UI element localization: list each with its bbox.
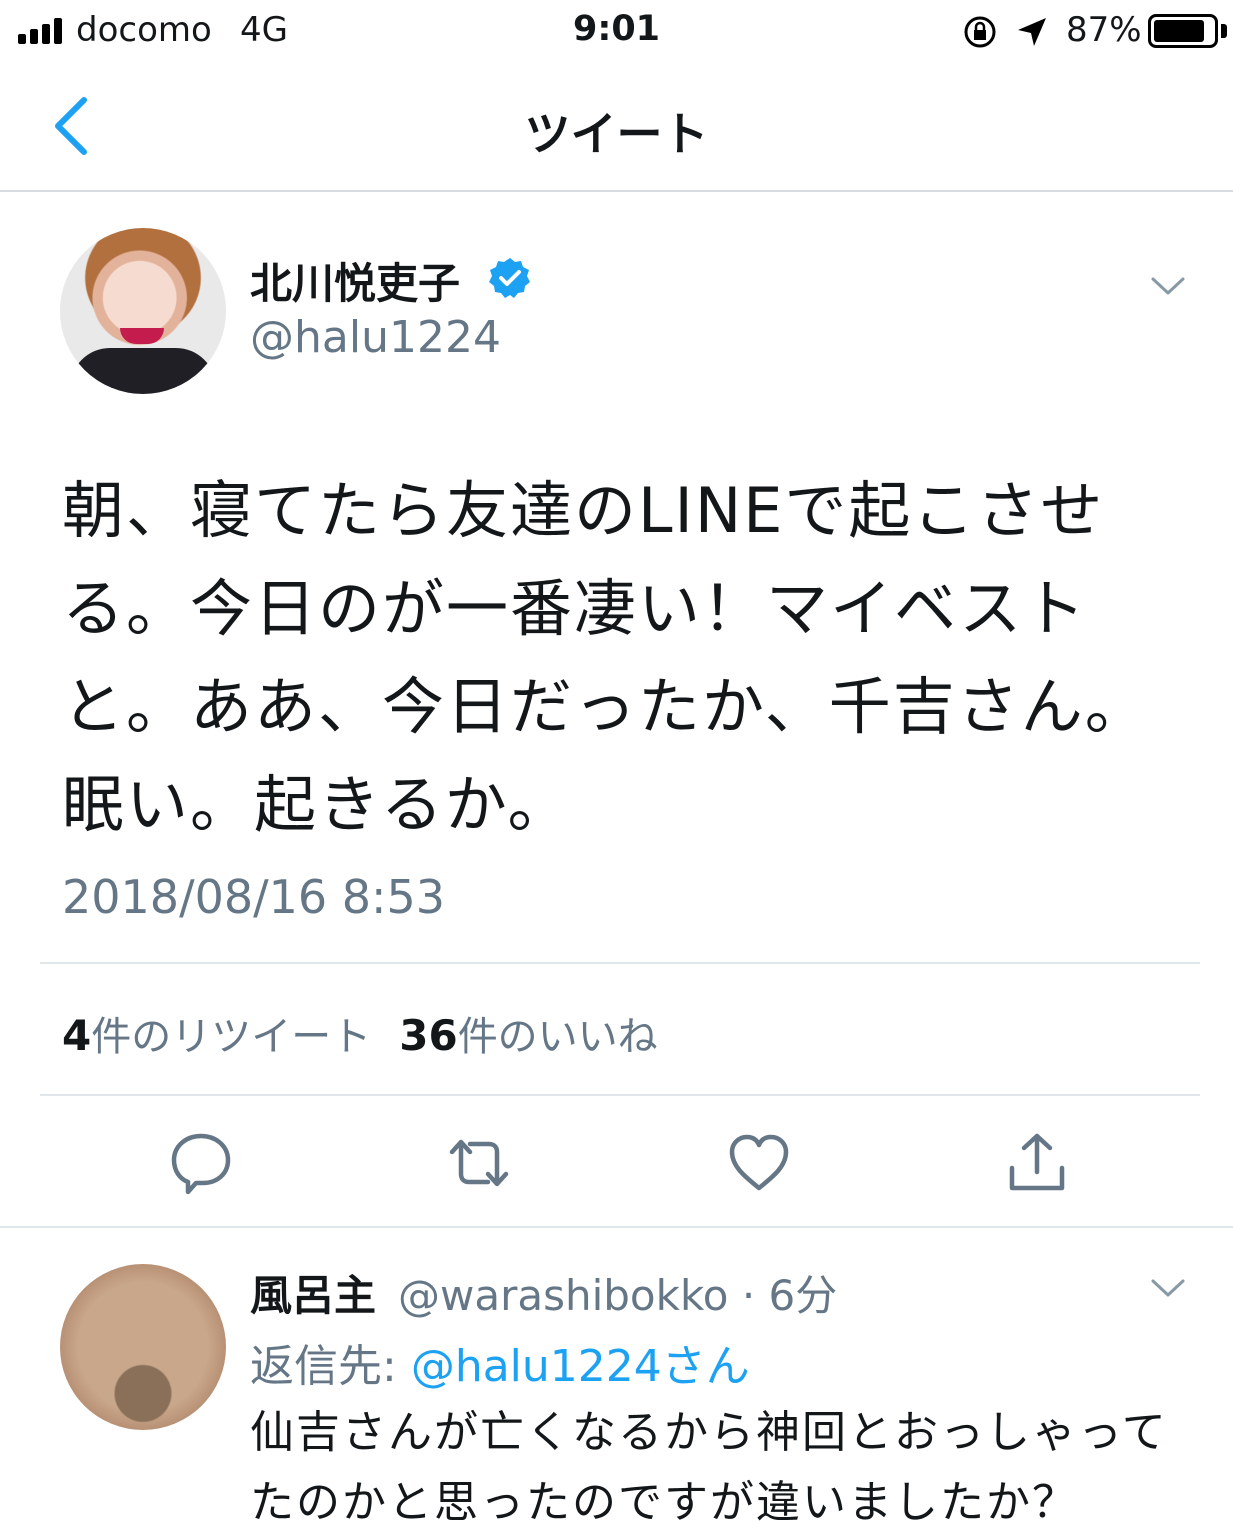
share-icon[interactable] (1002, 1128, 1072, 1198)
heart-icon[interactable] (724, 1128, 794, 1198)
author-display-name[interactable]: 北川悦吏子 (250, 250, 460, 311)
reply-text: 仙吉さんが亡くなるから神回とおっしゃってたのかと思ったのですが違いましたか？ (250, 1407, 1168, 1528)
reply-icon[interactable] (166, 1128, 236, 1198)
battery-tip (1221, 24, 1227, 38)
author-handle[interactable]: @halu1224 (250, 312, 501, 363)
reply-to-label: 返信先: (250, 1341, 411, 1392)
retweet-icon[interactable] (444, 1128, 514, 1198)
battery-percentage: 87% (1066, 10, 1142, 50)
reply-display-name[interactable]: 風呂主 (250, 1262, 376, 1323)
status-bar: docomo 4G 9:01 87% (0, 0, 1233, 64)
retweet-label: 件のリツイート (91, 1014, 372, 1060)
avatar[interactable] (60, 228, 226, 394)
location-arrow-icon (1018, 18, 1046, 46)
orientation-lock-icon (964, 16, 996, 48)
reply-to: 返信先: @halu1224さん (250, 1330, 750, 1394)
tweet-stats: 4件のリツイート 36件のいいね (62, 1004, 658, 1062)
reply-avatar[interactable] (60, 1264, 226, 1430)
chevron-down-icon[interactable] (1150, 272, 1186, 300)
reply-to-mention[interactable]: @halu1224さん (411, 1341, 750, 1392)
like-stat[interactable]: 36件のいいね (399, 1011, 658, 1060)
retweet-count: 4 (62, 1011, 92, 1060)
divider (40, 962, 1200, 964)
like-count: 36 (399, 1011, 458, 1060)
retweet-stat[interactable]: 4件のリツイート (62, 1011, 372, 1060)
tweet-text: 朝、寝てたら友達のLINEで起こさせる。今日のが一番凄い！マイベストと。ああ、今… (62, 474, 1149, 841)
chevron-down-icon[interactable] (1150, 1274, 1186, 1302)
section-divider (0, 1226, 1233, 1228)
verified-badge-icon (489, 258, 530, 298)
divider (40, 1094, 1200, 1096)
like-label: 件のいいね (457, 1014, 658, 1060)
tweet-timestamp: 2018/08/16 8:53 (62, 870, 446, 924)
nav-bar: ツイート (0, 64, 1233, 192)
battery-fill (1154, 20, 1205, 42)
battery-icon (1148, 14, 1218, 48)
reply-handle-time[interactable]: @warashibokko · 6分 (398, 1262, 837, 1323)
page-title: ツイート (524, 107, 709, 161)
